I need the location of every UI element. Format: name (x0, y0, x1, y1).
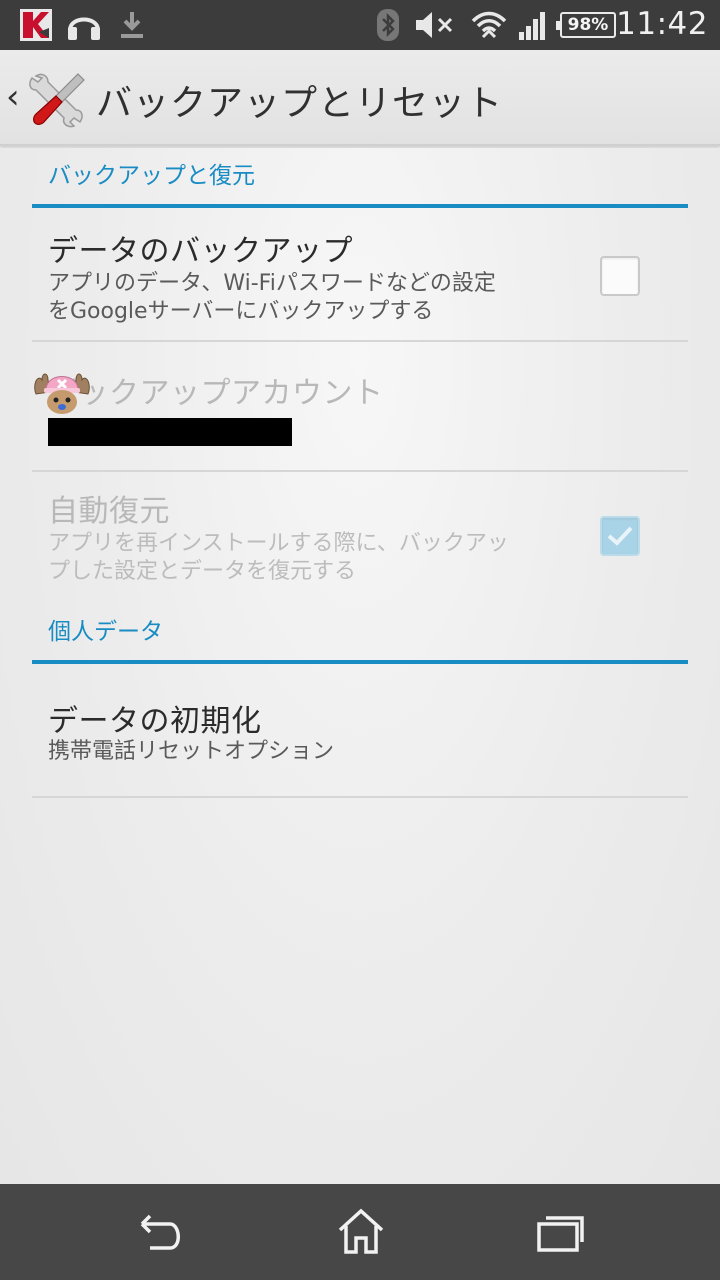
pref-factory-reset[interactable]: データの初期化 携帯電話リセットオプション (32, 668, 688, 798)
pref-data-backup[interactable]: データのバックアップ アプリのデータ、Wi-Fiパスワードなどの設定 をGoog… (32, 212, 688, 342)
section-header-personal: 個人データ (32, 604, 688, 664)
section-header-label: バックアップと復元 (48, 163, 255, 189)
pref-title: 自動復元 (48, 494, 170, 529)
pref-summary-line2: プした設定とデータを復元する (48, 559, 357, 584)
pref-backup-account[interactable]: バックアップアカウント (32, 342, 688, 472)
signal-icon (516, 8, 550, 42)
chopper-avatar-icon (32, 366, 92, 420)
clock: 11:42 (616, 6, 708, 42)
pref-summary-line1: アプリを再インストールする際に、バックアッ (48, 531, 509, 556)
auto-restore-checkbox[interactable] (600, 516, 640, 556)
pref-summary-line1: アプリのデータ、Wi-Fiパスワードなどの設定 (48, 271, 496, 296)
download-icon (118, 8, 146, 42)
section-header-label: 個人データ (48, 619, 163, 645)
settings-list: バックアップと復元 データのバックアップ アプリのデータ、Wi-Fiパスワードな… (0, 148, 720, 1184)
redacted-account-email (48, 418, 292, 446)
wifi-icon (470, 8, 508, 42)
pref-title: バックアップアカウント (48, 376, 384, 411)
kaspersky-icon (18, 8, 54, 42)
home-icon[interactable] (336, 1208, 386, 1256)
headphones-icon (66, 8, 102, 42)
checkmark-icon (607, 526, 633, 546)
section-header-backup: バックアップと復元 (32, 148, 688, 208)
recent-apps-icon[interactable] (536, 1208, 586, 1256)
mute-icon (414, 8, 456, 42)
pref-summary: 携帯電話リセットオプション (48, 739, 335, 764)
status-bar: 98% 11:42 (0, 0, 720, 50)
battery-percent: 98% (567, 15, 609, 35)
pref-auto-restore[interactable]: 自動復元 アプリを再インストールする際に、バックアッ プした設定とデータを復元す… (32, 472, 688, 602)
page-title: バックアップとリセット (96, 83, 504, 124)
battery-indicator: 98% (556, 12, 616, 38)
up-navigation-icon[interactable]: ‹ (6, 80, 26, 116)
data-backup-checkbox[interactable] (600, 256, 640, 296)
settings-tools-icon[interactable] (28, 70, 86, 128)
bluetooth-icon (376, 8, 400, 42)
pref-summary-line2: をGoogleサーバーにバックアップする (48, 299, 434, 324)
pref-title: データのバックアップ (48, 234, 353, 269)
action-bar: ‹ バックアップとリセット (0, 50, 720, 146)
pref-title: データの初期化 (48, 704, 262, 739)
back-icon[interactable] (136, 1208, 186, 1256)
navigation-bar (0, 1184, 720, 1280)
